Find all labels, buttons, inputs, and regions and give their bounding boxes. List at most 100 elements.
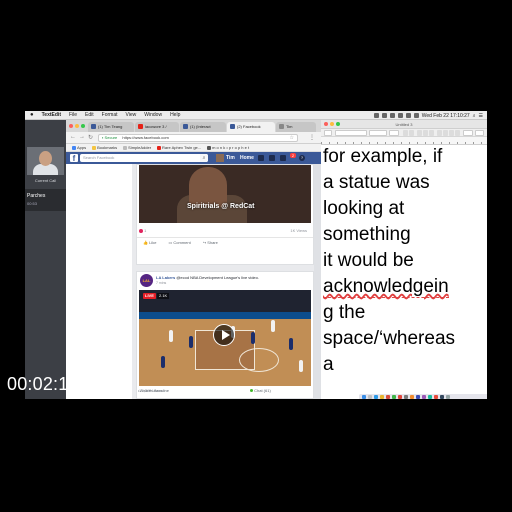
forward-icon[interactable]: → (79, 134, 85, 140)
launchpad-icon[interactable] (368, 395, 372, 399)
live-viewer-count: 2.1K (157, 293, 170, 299)
menu-format[interactable]: Format (102, 112, 118, 118)
text-color-icon[interactable] (403, 130, 408, 136)
notification-center-icon[interactable]: ☰ (479, 113, 483, 119)
align-right-icon[interactable] (449, 130, 454, 136)
reaction-count[interactable]: 1 (139, 228, 146, 233)
menu-help[interactable]: Help (170, 112, 180, 118)
bookmark-apps[interactable]: Apps (72, 145, 86, 150)
app-icon[interactable] (404, 395, 408, 399)
menu-window[interactable]: Window (144, 112, 162, 118)
post-video[interactable]: Spiritrials @ RedCat (139, 165, 311, 223)
address-bar[interactable]: ▪ Secure https://www.facebook.com ☆ (98, 134, 298, 142)
bookmark-bookmarks[interactable]: Bookmarks (92, 145, 117, 150)
calendar-icon[interactable] (386, 395, 390, 399)
app-icon[interactable] (416, 395, 420, 399)
back-icon[interactable]: ← (70, 134, 76, 140)
highlight-color-icon[interactable] (409, 130, 414, 136)
italic-icon[interactable] (423, 130, 428, 136)
chat-sidebar-toggle[interactable]: Chat (61) (250, 388, 271, 393)
page-avatar[interactable]: LAL (140, 274, 153, 287)
search-icon[interactable]: ⌕ (200, 154, 208, 162)
play-icon[interactable] (213, 324, 235, 346)
tab-2[interactable]: lacowore 3 / (135, 122, 179, 132)
facebook-logo-icon[interactable]: f (70, 154, 78, 163)
help-icon[interactable]: ? (299, 155, 305, 161)
comment-button[interactable]: ▭ Comment (168, 240, 190, 245)
right-scrollbar[interactable] (314, 164, 321, 399)
share-button[interactable]: ↪ Share (203, 240, 218, 245)
bookmark-aphex[interactable]: Rare Aphex Twin ge... (157, 145, 201, 150)
app-icon[interactable] (410, 395, 414, 399)
browser-menu-icon[interactable]: ⋮ (309, 134, 315, 141)
battery-icon[interactable] (413, 113, 419, 118)
text-line: looking at (323, 198, 405, 219)
page-name-link[interactable]: LA Lakers (156, 275, 175, 280)
zoom-window-icon[interactable] (81, 124, 85, 128)
messages-icon[interactable] (269, 155, 275, 161)
menu-edit[interactable]: Edit (85, 112, 94, 118)
menu-clock[interactable]: Wed Feb 22 17:10:27 (422, 113, 470, 119)
minimize-window-icon[interactable] (75, 124, 79, 128)
comment-author[interactable]: • Andrés Azocline (138, 388, 169, 393)
font-family-select[interactable] (335, 130, 367, 136)
chrome-icon[interactable] (398, 395, 402, 399)
paragraph-style-icon[interactable] (324, 130, 332, 136)
align-left-icon[interactable] (437, 130, 442, 136)
trash-icon[interactable] (446, 395, 450, 399)
font-size-select[interactable] (389, 130, 399, 136)
reaction-count-text: 1 (144, 228, 147, 233)
bluetooth-icon[interactable] (389, 113, 395, 118)
search-icon[interactable]: ⌕ (473, 113, 476, 119)
underline-icon[interactable] (429, 130, 434, 136)
close-window-icon[interactable] (69, 124, 73, 128)
wifi-icon[interactable] (397, 113, 403, 118)
app-icon[interactable] (434, 395, 438, 399)
tab-3[interactable]: (1) (Interact (180, 122, 226, 132)
status-app-icon[interactable] (381, 113, 387, 118)
call-card[interactable]: Parches 00:53 (25, 189, 66, 211)
current-call-label: Current Call (34, 178, 57, 183)
apple-menu-icon[interactable]: ● (30, 112, 34, 118)
bookmark-simpleadder[interactable]: SimpleAdder (123, 145, 151, 150)
menu-file[interactable]: File (69, 112, 77, 118)
profile-favicon-icon (279, 124, 284, 129)
notifications-icon[interactable] (280, 155, 286, 161)
star-icon[interactable]: ☆ (290, 135, 294, 141)
app-icon[interactable] (428, 395, 432, 399)
messages-icon[interactable] (392, 395, 396, 399)
post-timestamp[interactable]: 7 mins (156, 281, 166, 285)
home-link[interactable]: Home (240, 155, 254, 161)
text-editor-area[interactable]: for example, if a statue was looking at … (321, 145, 487, 399)
list-style-select[interactable] (475, 130, 484, 136)
profile-name-link[interactable]: Tim (226, 155, 235, 161)
avatar[interactable] (216, 154, 224, 162)
friend-requests-icon[interactable] (258, 155, 264, 161)
tab-1[interactable]: (1) Tim Teang (88, 122, 134, 132)
line-spacing-select[interactable] (463, 130, 473, 136)
live-video[interactable]: LIVE 2.1K (139, 290, 311, 386)
reload-icon[interactable]: ↻ (88, 134, 93, 141)
menu-app-name[interactable]: TextEdit (42, 112, 61, 118)
tab-5[interactable]: Tim (276, 122, 316, 132)
ruler[interactable] (321, 137, 487, 145)
bold-icon[interactable] (417, 130, 422, 136)
notes-icon[interactable] (380, 395, 384, 399)
caller-name: Parches (27, 193, 46, 199)
text-line: g the (323, 302, 366, 323)
status-app-icon[interactable] (373, 113, 379, 118)
safari-icon[interactable] (374, 395, 378, 399)
align-justify-icon[interactable] (455, 130, 460, 136)
finder-icon[interactable] (362, 395, 366, 399)
app-icon[interactable] (422, 395, 426, 399)
video-banner (139, 312, 311, 319)
font-style-select[interactable] (369, 130, 387, 136)
align-center-icon[interactable] (443, 130, 448, 136)
volume-icon[interactable] (405, 113, 411, 118)
facebook-search-input[interactable]: Search Facebook (80, 154, 208, 162)
like-button[interactable]: 👍 Like (143, 240, 156, 245)
tab-facebook-active[interactable]: (2) Facebook (227, 122, 275, 132)
bookmark-monk-prophet[interactable]: m o n k • p r o p h e t (207, 145, 249, 150)
app-icon[interactable] (440, 395, 444, 399)
menu-view[interactable]: View (126, 112, 137, 118)
